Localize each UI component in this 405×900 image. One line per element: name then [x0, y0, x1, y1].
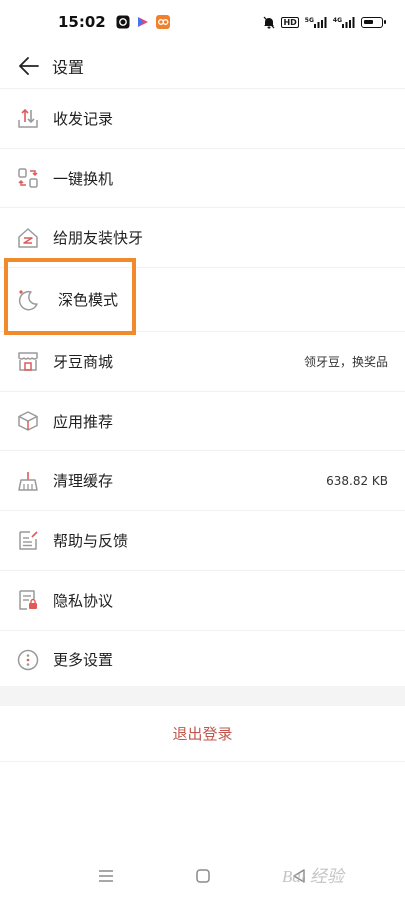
menu-item-label: 牙豆商城	[53, 352, 114, 371]
menu-item-label: 更多设置	[53, 651, 114, 670]
cache-size-value: 638.82 KB	[326, 473, 388, 488]
menu-item-value: 领牙豆，换奖品	[303, 354, 388, 369]
menu-item-label: 帮助与反馈	[53, 531, 129, 550]
watermark-logo: Bai 经验	[282, 856, 397, 892]
menu-item-help-feedback[interactable]: 帮助与反馈	[0, 510, 405, 570]
menu-item-label: 应用推荐	[53, 412, 114, 431]
menu-item-clear-cache[interactable]: 清理缓存 638.82 KB	[0, 450, 405, 511]
signal-5g-icon: 5G	[305, 16, 327, 28]
menu-item-label: 给朋友装快牙	[53, 229, 144, 248]
app-box-icon	[16, 409, 40, 433]
store-icon	[16, 349, 40, 373]
menu-item-app-recommend[interactable]: 应用推荐	[0, 390, 405, 451]
hd-icon: HD	[281, 16, 299, 28]
logout-label: 退出登录	[172, 725, 233, 743]
moon-icon	[16, 288, 40, 312]
header: 设置	[0, 44, 405, 88]
menu-item-label: 一键换机	[53, 169, 114, 188]
status-app-icons	[116, 15, 170, 29]
orange-app-icon	[155, 15, 170, 29]
video-app-icon	[136, 15, 150, 29]
menu-item-store[interactable]: 牙豆商城 领牙豆，换奖品	[0, 331, 405, 391]
back-arrow-icon[interactable]	[16, 53, 42, 79]
phone-switch-icon	[16, 166, 40, 190]
menu-item-dark-mode[interactable]: 深色模式	[0, 267, 405, 332]
menu-item-label: 清理缓存	[53, 472, 114, 491]
more-dots-icon	[16, 648, 40, 672]
page-title: 设置	[52, 58, 85, 77]
menu-item-label: 收发记录	[53, 109, 114, 128]
privacy-doc-icon	[16, 588, 40, 612]
status-bar: 15:02 HD 5G 4G	[0, 0, 405, 44]
section-divider	[0, 686, 405, 706]
menu-item-phone-switch[interactable]: 一键换机	[0, 147, 405, 208]
status-right-icons: HD 5G 4G	[263, 16, 386, 29]
watermark-text: Bai 经验	[282, 866, 344, 886]
menu-item-more-settings[interactable]: 更多设置	[0, 629, 405, 690]
app-notification-icon	[116, 15, 130, 29]
signal-4g-icon: 4G	[333, 16, 355, 28]
mute-bell-icon	[263, 16, 275, 29]
broom-icon	[16, 469, 40, 493]
menu-item-privacy[interactable]: 隐私协议	[0, 569, 405, 630]
help-feedback-icon	[16, 528, 40, 552]
menu-item-send-receive-records[interactable]: 收发记录	[0, 88, 405, 148]
menu-item-label: 深色模式	[58, 291, 119, 310]
status-time: 15:02	[58, 13, 106, 31]
send-receive-records-icon	[16, 106, 40, 130]
logout-button[interactable]: 退出登录	[0, 706, 405, 762]
settings-menu-list: 收发记录 一键换机 给朋友装快牙 深色模式 牙豆商城 领牙豆，换奖品 应用推荐 …	[0, 88, 405, 690]
menu-item-label: 隐私协议	[53, 591, 114, 610]
menu-item-install-for-friend[interactable]: 给朋友装快牙	[0, 207, 405, 268]
battery-icon	[361, 16, 386, 28]
recent-apps-button[interactable]	[96, 866, 116, 886]
install-for-friend-icon	[16, 226, 40, 250]
home-button[interactable]	[193, 866, 213, 886]
